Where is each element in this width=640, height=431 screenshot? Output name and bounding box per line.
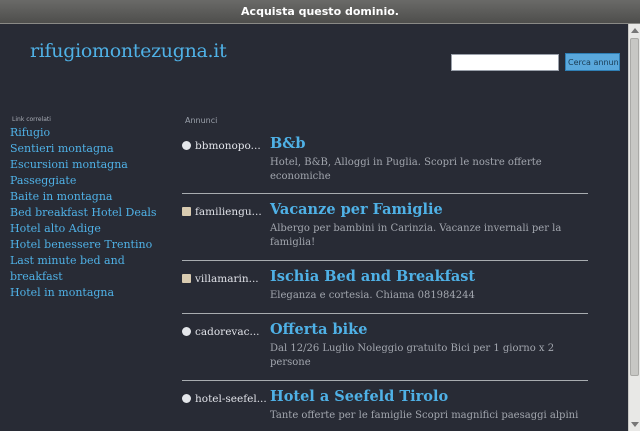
search-button[interactable]: Cerca annunci: [565, 53, 620, 71]
ad-title-link[interactable]: Offerta bike: [270, 321, 367, 338]
related-link[interactable]: Bed breakfast Hotel Deals: [10, 206, 157, 219]
related-link[interactable]: Sentieri montagna: [10, 142, 114, 155]
ad-description: Dal 12/26 Luglio Noleggio gratuito Bici …: [270, 343, 555, 368]
buy-domain-banner[interactable]: Acquista questo dominio.: [0, 0, 640, 24]
ad-title-link[interactable]: Ischia Bed and Breakfast: [270, 268, 475, 285]
ad-description: Tante offerte per le famiglie Scopri mag…: [270, 410, 579, 421]
related-link[interactable]: Hotel alto Adige: [10, 222, 101, 235]
ad-domain[interactable]: cadorevac...: [195, 326, 268, 338]
related-link[interactable]: Last minute bed and breakfast: [10, 254, 125, 283]
ad-divider: [182, 313, 588, 314]
favicon-icon: [182, 207, 191, 216]
ad-title-link[interactable]: B&b: [270, 135, 306, 152]
related-links-list: Rifugio Sentieri montagna Escursioni mon…: [10, 124, 180, 300]
ad-divider: [182, 193, 588, 194]
related-link[interactable]: Hotel in montagna: [10, 286, 114, 299]
globe-icon: [182, 327, 191, 336]
related-link[interactable]: Baite in montagna: [10, 190, 113, 203]
globe-icon: [182, 394, 191, 403]
scroll-down-arrow-icon[interactable]: [631, 422, 639, 427]
page-title: rifugiomontezugna.it: [30, 40, 227, 62]
related-link[interactable]: Passeggiate: [10, 174, 76, 187]
ad-divider: [182, 260, 588, 261]
related-link[interactable]: Rifugio: [10, 126, 50, 139]
ad-description: Eleganza e cortesia. Chiama 081984244: [270, 290, 475, 301]
ad-domain[interactable]: bbmonopo...: [195, 140, 268, 152]
related-links-heading: Link correlati: [12, 116, 51, 123]
ad-domain[interactable]: villamarin...: [195, 273, 268, 285]
search-input[interactable]: [451, 54, 559, 71]
buy-domain-text[interactable]: Acquista questo dominio.: [241, 5, 399, 18]
vertical-scrollbar[interactable]: [628, 24, 640, 431]
ad-domain[interactable]: familiengu...: [195, 206, 268, 218]
related-link[interactable]: Hotel benessere Trentino: [10, 238, 152, 251]
ad-description: Hotel, B&B, Alloggi in Puglia. Scopri le…: [270, 157, 542, 182]
ad-domain[interactable]: hotel-seefel...: [195, 393, 268, 405]
ad-title-link[interactable]: Vacanze per Famiglie: [270, 201, 443, 218]
scroll-up-arrow-icon[interactable]: [631, 28, 639, 33]
ad-divider: [182, 380, 588, 381]
related-link[interactable]: Escursioni montagna: [10, 158, 128, 171]
ad-title-link[interactable]: Hotel a Seefeld Tirolo: [270, 388, 448, 405]
globe-icon: [182, 141, 191, 150]
ads-heading: Annunci: [185, 116, 218, 125]
ad-description: Albergo per bambini in Carinzia. Vacanze…: [270, 223, 562, 248]
favicon-icon: [182, 274, 191, 283]
scrollbar-thumb[interactable]: [630, 38, 639, 376]
